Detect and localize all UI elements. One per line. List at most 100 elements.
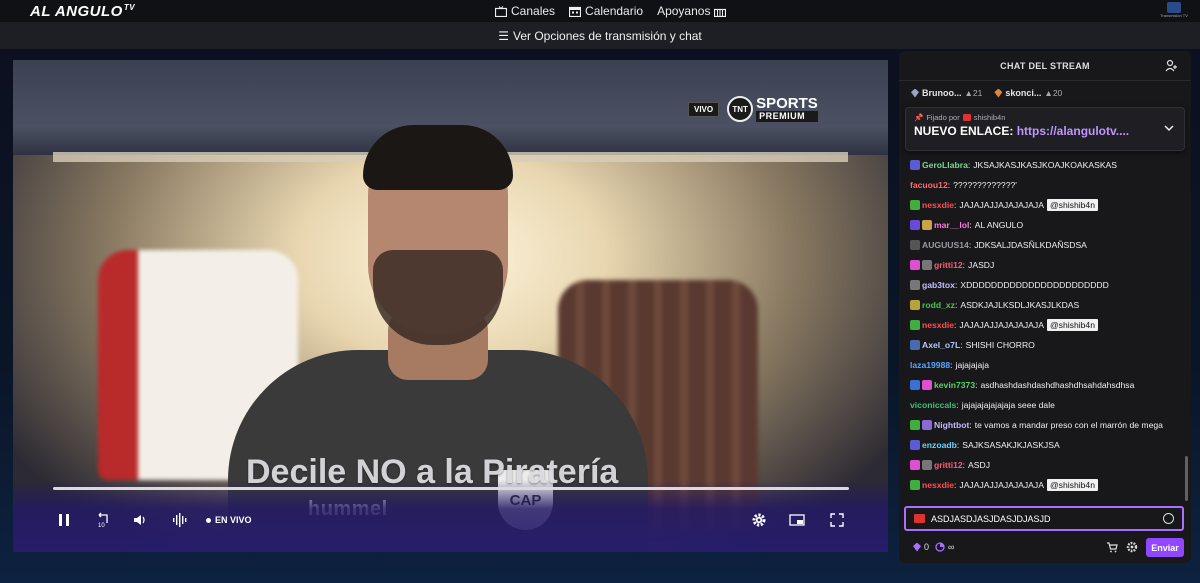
audio-track-button[interactable]: [172, 512, 188, 528]
leader-name: Brunoo...: [922, 88, 962, 98]
camera-badge-icon: [962, 114, 971, 121]
stream-options-toggle[interactable]: ☰ Ver Opciones de transmisión y chat: [0, 22, 1200, 49]
pinned-message[interactable]: 📌 Fijado por shishib4n NUEVO ENLACE: htt…: [905, 107, 1185, 151]
nav-item-apoyanos[interactable]: Apoyanos: [657, 4, 727, 18]
tnt-text: SPORTS PREMIUM: [756, 96, 818, 122]
cart-icon[interactable]: [1106, 541, 1118, 553]
chat-username[interactable]: GeroLlabra: [922, 160, 968, 170]
chat-mention[interactable]: @shishib4n: [1046, 319, 1098, 331]
chat-username[interactable]: mar__lol: [934, 220, 969, 230]
user-badge-icon: [910, 160, 920, 170]
chat-text: AL ANGULO: [974, 220, 1024, 230]
pip-button[interactable]: [789, 512, 805, 528]
chat-username[interactable]: AUGUUS14: [922, 240, 969, 250]
gift-icon: [714, 8, 727, 17]
chat-username[interactable]: rodd_xz: [922, 300, 955, 310]
chat-username[interactable]: nesxdie: [922, 320, 954, 330]
volume-icon: [134, 515, 145, 525]
chat-separator: :: [968, 240, 972, 250]
progress-bar[interactable]: [53, 487, 849, 490]
volume-button[interactable]: [132, 512, 148, 528]
chat-username[interactable]: enzoadb: [922, 440, 957, 450]
chat-username[interactable]: gab3tox: [922, 280, 955, 290]
user-badge-icon: [910, 200, 920, 210]
tv-icon: [495, 5, 507, 17]
rewind-10-button[interactable]: 10: [95, 512, 111, 528]
calendar-icon: [569, 6, 582, 17]
chat-username[interactable]: nesxdie: [922, 200, 954, 210]
chat-username[interactable]: laza19988: [910, 360, 950, 370]
gear-icon[interactable]: [1126, 541, 1138, 553]
chat-text: te vamos a mandar preso con el marrón de…: [974, 420, 1163, 430]
tnt-circle: TNT: [727, 96, 754, 122]
chat-separator: :: [954, 480, 957, 490]
chat-username[interactable]: kevin7373: [934, 380, 975, 390]
chat-separator: :: [954, 320, 957, 330]
person-hair: [363, 125, 513, 190]
chat-title: CHAT DEL STREAM: [1000, 60, 1090, 71]
chat-username[interactable]: facuou12: [910, 180, 948, 190]
waveform-icon: [173, 513, 187, 527]
chat-separator: :: [954, 200, 957, 210]
leader-item[interactable]: skonci... ▲20: [994, 88, 1062, 98]
chat-message: laza19988: jajajajaja: [910, 355, 1191, 375]
leader-item[interactable]: Brunoo... ▲21: [911, 88, 982, 98]
chevron-down-icon[interactable]: [1164, 123, 1174, 133]
chat-username[interactable]: gritti12: [934, 260, 963, 270]
nav-item-canales[interactable]: Canales: [495, 4, 555, 18]
pinned-link[interactable]: https://alangulotv....: [1017, 124, 1129, 138]
corner-logo[interactable]: Transmisión TV: [1160, 2, 1188, 20]
chat-message: gab3tox: XDDDDDDDDDDDDDDDDDDDDDDD: [910, 275, 1191, 295]
leader-name: skonci...: [1005, 88, 1042, 98]
fullscreen-button[interactable]: [829, 512, 845, 528]
user-badge-icon: [910, 340, 920, 350]
chat-message: Nightbot: te vamos a mandar preso con el …: [910, 415, 1191, 435]
chat-separator: :: [969, 220, 972, 230]
pinned-user: shishib4n: [973, 113, 1006, 122]
user-badge-icon: [910, 280, 920, 290]
users-icon[interactable]: [1165, 59, 1179, 73]
timer-icon: [935, 542, 945, 552]
leader-points-value: 21: [972, 88, 983, 98]
points-balance[interactable]: 0: [913, 542, 929, 552]
chat-separator: :: [954, 280, 958, 290]
chat-text: JASDJ: [968, 260, 995, 270]
timer-item[interactable]: ∞: [935, 542, 954, 552]
pause-icon: [59, 514, 69, 526]
camera-badge-icon: [914, 514, 925, 523]
leader-points-value: 20: [1052, 88, 1063, 98]
chat-username[interactable]: nesxdie: [922, 480, 954, 490]
chat-mention[interactable]: @shishib4n: [1046, 479, 1098, 491]
nav-item-label: Apoyanos: [657, 4, 711, 18]
chat-footer: 0 ∞ Enviar: [899, 536, 1191, 558]
chat-text: JAJAJAJJAJAJAJAJA: [959, 200, 1044, 210]
pinned-prefix: Fijado por: [926, 113, 960, 122]
chat-message: nesxdie: JAJAJAJJAJAJAJAJA @shishib4n: [910, 195, 1191, 215]
emoji-icon[interactable]: [1163, 513, 1174, 524]
chat-separator: :: [962, 260, 966, 270]
video-player[interactable]: CAP hummel VIVO TNT SPORTS PREMIUM Decil…: [13, 60, 888, 552]
chat-message: rodd_xz: ASDKJAJLKSDLJKASJLKDAS: [910, 295, 1191, 315]
chat-username[interactable]: gritti12: [934, 460, 963, 470]
chat-text: JAJAJAJJAJAJAJAJA: [959, 480, 1044, 490]
send-button[interactable]: Enviar: [1146, 538, 1184, 557]
settings-button[interactable]: [751, 512, 767, 528]
chat-username[interactable]: Axel_o7L: [922, 340, 960, 350]
chat-scrollbar[interactable]: [1185, 456, 1188, 501]
chat-separator: :: [975, 380, 978, 390]
user-badge-icon: [910, 440, 920, 450]
rewind-10-icon: 10: [98, 512, 108, 528]
nav-item-calendario[interactable]: Calendario: [569, 4, 643, 18]
pause-button[interactable]: [56, 512, 72, 528]
chat-mention[interactable]: @shishib4n: [1046, 199, 1098, 211]
chat-separator: :: [969, 420, 972, 430]
chat-username[interactable]: viconiccals: [910, 400, 956, 410]
pinned-text-body: NUEVO ENLACE:: [914, 124, 1017, 138]
chat-message: facuou12: ?????????????': [910, 175, 1191, 195]
chat-input[interactable]: ASDJASDJASJDASJDJASJD: [904, 506, 1184, 531]
chat-username[interactable]: Nightbot: [934, 420, 969, 430]
picture-in-picture-icon: [789, 514, 805, 526]
site-logo[interactable]: AL ANGULOTV: [30, 3, 135, 20]
chat-separator: :: [954, 300, 958, 310]
svg-text:10: 10: [98, 523, 105, 528]
